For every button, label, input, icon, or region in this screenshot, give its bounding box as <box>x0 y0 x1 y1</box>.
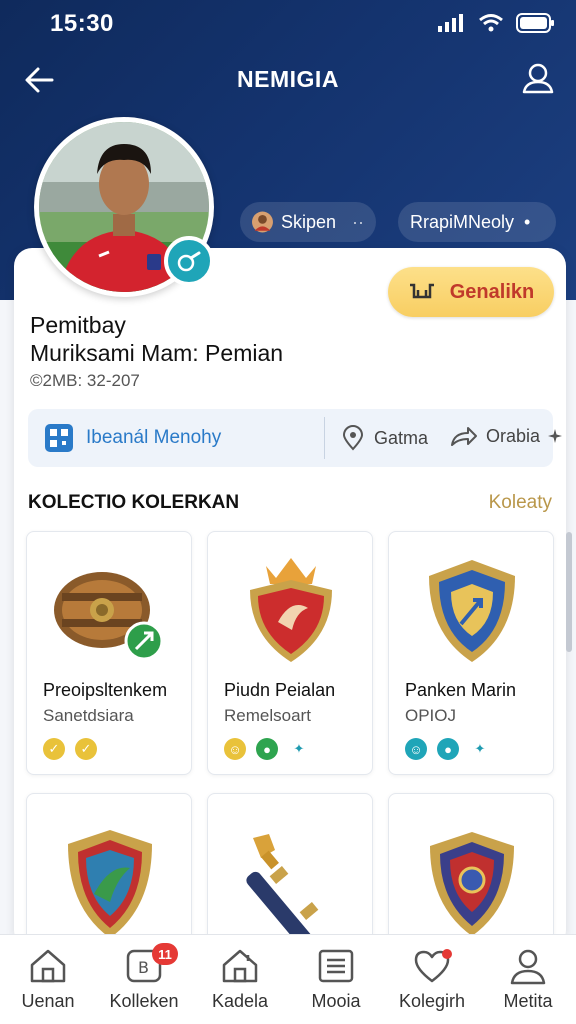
avatar-small-icon <box>252 211 273 233</box>
item-subtitle: Sanetdsiara <box>43 706 134 725</box>
badge-icon: ✦ <box>474 741 486 756</box>
svg-text:B: B <box>138 958 149 977</box>
leather-bracer-icon <box>54 572 164 661</box>
item-badges: ✓ ✓ <box>43 738 97 760</box>
location-pin-icon <box>342 425 364 451</box>
info-mid-button[interactable]: Gatma <box>342 425 428 451</box>
profile-name-line2: Muriksami Mam: Pemian <box>30 340 284 366</box>
tab-kadela[interactable]: Kadela <box>192 935 288 1024</box>
badge-icon: ✓ <box>43 738 65 760</box>
list-icon <box>318 949 354 983</box>
nav-bar: NEMIGIA <box>0 56 576 104</box>
badge-icon: ✓ <box>75 738 97 760</box>
tab-mooia[interactable]: Mooia <box>288 935 384 1024</box>
chip-extra: ·· <box>352 211 364 232</box>
collection-item[interactable]: Piudn Peialan Remelsoart ☺ ● ✦ <box>207 531 373 775</box>
item-name: Piudn Peialan <box>224 680 336 700</box>
info-bar: Ibeanál Menohy Gatma Orabia <box>28 409 563 467</box>
share-arrow-icon <box>451 427 477 446</box>
status-icons <box>436 12 556 34</box>
info-left-button[interactable]: Ibeanál Menohy <box>44 423 221 453</box>
dark-shield-icon <box>430 832 514 936</box>
cta-label: Genalikn <box>449 280 535 303</box>
tab-kolegirh[interactable]: Kolegirh <box>384 935 480 1024</box>
red-shield-crest-icon <box>250 558 332 662</box>
badge-icon: ☺ <box>405 738 427 760</box>
chip-label: RrapiMNeoly <box>410 211 515 232</box>
tab-uenan[interactable]: Uenan <box>0 935 96 1024</box>
chip-extra: • <box>524 211 531 232</box>
collection-title: KOLECTIO KOLERKAN <box>28 492 240 513</box>
info-left-label: Ibeanál Menohy <box>86 427 222 448</box>
wifi-icon <box>479 14 503 32</box>
tab-kolleken[interactable]: B 11 Kolleken <box>96 935 192 1024</box>
home-icon <box>30 949 66 983</box>
item-badges: ☺ ● ✦ <box>405 738 491 760</box>
tab-label: Kolleken <box>109 991 179 1011</box>
badge-icon: ● <box>256 738 278 760</box>
blue-shield-icon <box>429 560 515 662</box>
badge-icon: ☺ <box>224 738 246 760</box>
battery-icon <box>516 13 554 33</box>
user-outline-icon[interactable] <box>520 60 556 96</box>
info-mid-label: Gatma <box>374 427 429 448</box>
tab-label: Kolegirh <box>398 991 466 1011</box>
info-right-button[interactable]: Orabia <box>450 425 563 447</box>
signal-icon <box>438 14 463 32</box>
chip-username[interactable]: RrapiMNeoly • <box>398 202 556 242</box>
notification-badge: 11 <box>152 943 178 965</box>
chip-skipen[interactable]: Skipen ·· <box>240 202 376 242</box>
whistle-icon[interactable] <box>164 236 214 286</box>
house-icon <box>222 949 258 983</box>
profile-subtitle: ©2MB: 32-207 <box>30 371 140 390</box>
bottom-tab-bar: Uenan B 11 Kolleken Kadela Mooia Kolegir… <box>0 934 576 1024</box>
green-shield-icon <box>68 830 152 938</box>
tab-label: Kadela <box>211 991 269 1011</box>
page-title: NEMIGIA <box>237 66 339 92</box>
divider <box>324 417 325 459</box>
person-icon <box>510 949 546 985</box>
genalikn-button[interactable]: Genalikn <box>388 267 554 317</box>
status-bar: 15:30 <box>0 0 576 44</box>
collection-item[interactable]: Panken Marin OPIOJ ☺ ● ✦ <box>388 531 554 775</box>
tab-metita[interactable]: Metita <box>480 935 576 1024</box>
golden-baton-icon <box>246 834 319 944</box>
item-badges: ☺ ● ✦ <box>224 738 310 760</box>
badge-icon: ● <box>437 738 459 760</box>
item-name: Preoipsltenkem <box>43 680 168 700</box>
info-right-label: Orabia <box>486 425 541 446</box>
collection-item[interactable]: Preoipsltenkem Sanetdsiara ✓ ✓ <box>26 531 192 775</box>
status-time: 15:30 <box>50 10 114 37</box>
scrollbar-thumb[interactable] <box>566 532 572 652</box>
sparkle-icon <box>548 429 563 443</box>
item-name: Panken Marin <box>405 680 517 700</box>
tab-label: Uenan <box>21 991 75 1011</box>
chip-label: Skipen <box>280 211 336 232</box>
cart-icon <box>409 283 434 299</box>
item-subtitle: Remelsoart <box>224 706 311 725</box>
tab-label: Mooia <box>311 991 361 1011</box>
badge-icon: ✦ <box>293 741 305 756</box>
item-subtitle: OPIOJ <box>405 706 457 725</box>
notification-dot <box>442 949 452 959</box>
tab-label: Metita <box>503 991 553 1011</box>
profile-name-line1: Pemitbay <box>30 312 126 338</box>
collection-link[interactable]: Koleaty <box>489 492 552 514</box>
qr-icon <box>45 424 73 452</box>
